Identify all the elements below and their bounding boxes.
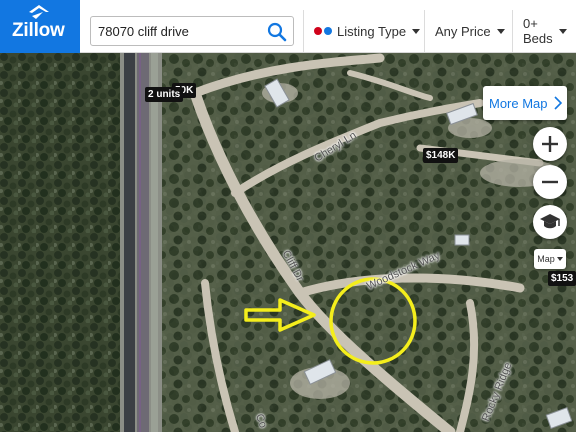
zoom-out-icon	[542, 180, 558, 184]
map-type-label: Map	[537, 254, 555, 264]
brand-name: Zillow	[12, 19, 65, 41]
zillow-house-icon	[29, 4, 49, 19]
price-filter-label: Any Price	[435, 23, 491, 39]
for-rent-dot	[324, 27, 332, 35]
listing-type-filter[interactable]: Listing Type	[303, 10, 430, 52]
for-sale-dot	[314, 27, 322, 35]
listing-type-label: Listing Type	[337, 23, 407, 39]
unit-cluster-tag[interactable]: 2 units	[145, 87, 184, 102]
more-map-button[interactable]: More Map	[483, 86, 567, 120]
price-tag[interactable]: $153	[548, 271, 576, 286]
search-icon[interactable]	[267, 22, 287, 42]
zoom-in-button[interactable]	[533, 127, 567, 161]
beds-filter[interactable]: 0+ Beds	[512, 10, 576, 52]
zoom-out-button[interactable]	[533, 165, 567, 199]
chevron-down-icon	[496, 28, 505, 34]
schools-layer-button[interactable]	[533, 205, 567, 239]
price-filter[interactable]: Any Price	[424, 10, 515, 52]
zillow-logo[interactable]: Zillow	[0, 0, 80, 53]
map-type-dropdown[interactable]: Map	[534, 249, 566, 269]
search-input[interactable]	[91, 23, 261, 39]
chevron-down-icon	[556, 257, 563, 261]
beds-filter-label: 0+ Beds	[523, 16, 553, 46]
header-bar: Zillow Listing Type Any Price 0+ Beds	[0, 0, 576, 53]
search-box[interactable]	[90, 16, 294, 46]
graduation-cap-icon	[540, 214, 560, 229]
chevron-down-icon	[412, 28, 421, 34]
chevron-right-icon	[553, 96, 562, 110]
more-map-label: More Map	[489, 95, 548, 111]
zoom-in-icon	[542, 136, 558, 152]
chevron-down-icon	[558, 28, 567, 34]
map-view[interactable]: Cheryl Ln Cliff Dr Woodstock Way Rocky R…	[0, 53, 576, 432]
price-tag[interactable]: $148K	[423, 148, 459, 163]
